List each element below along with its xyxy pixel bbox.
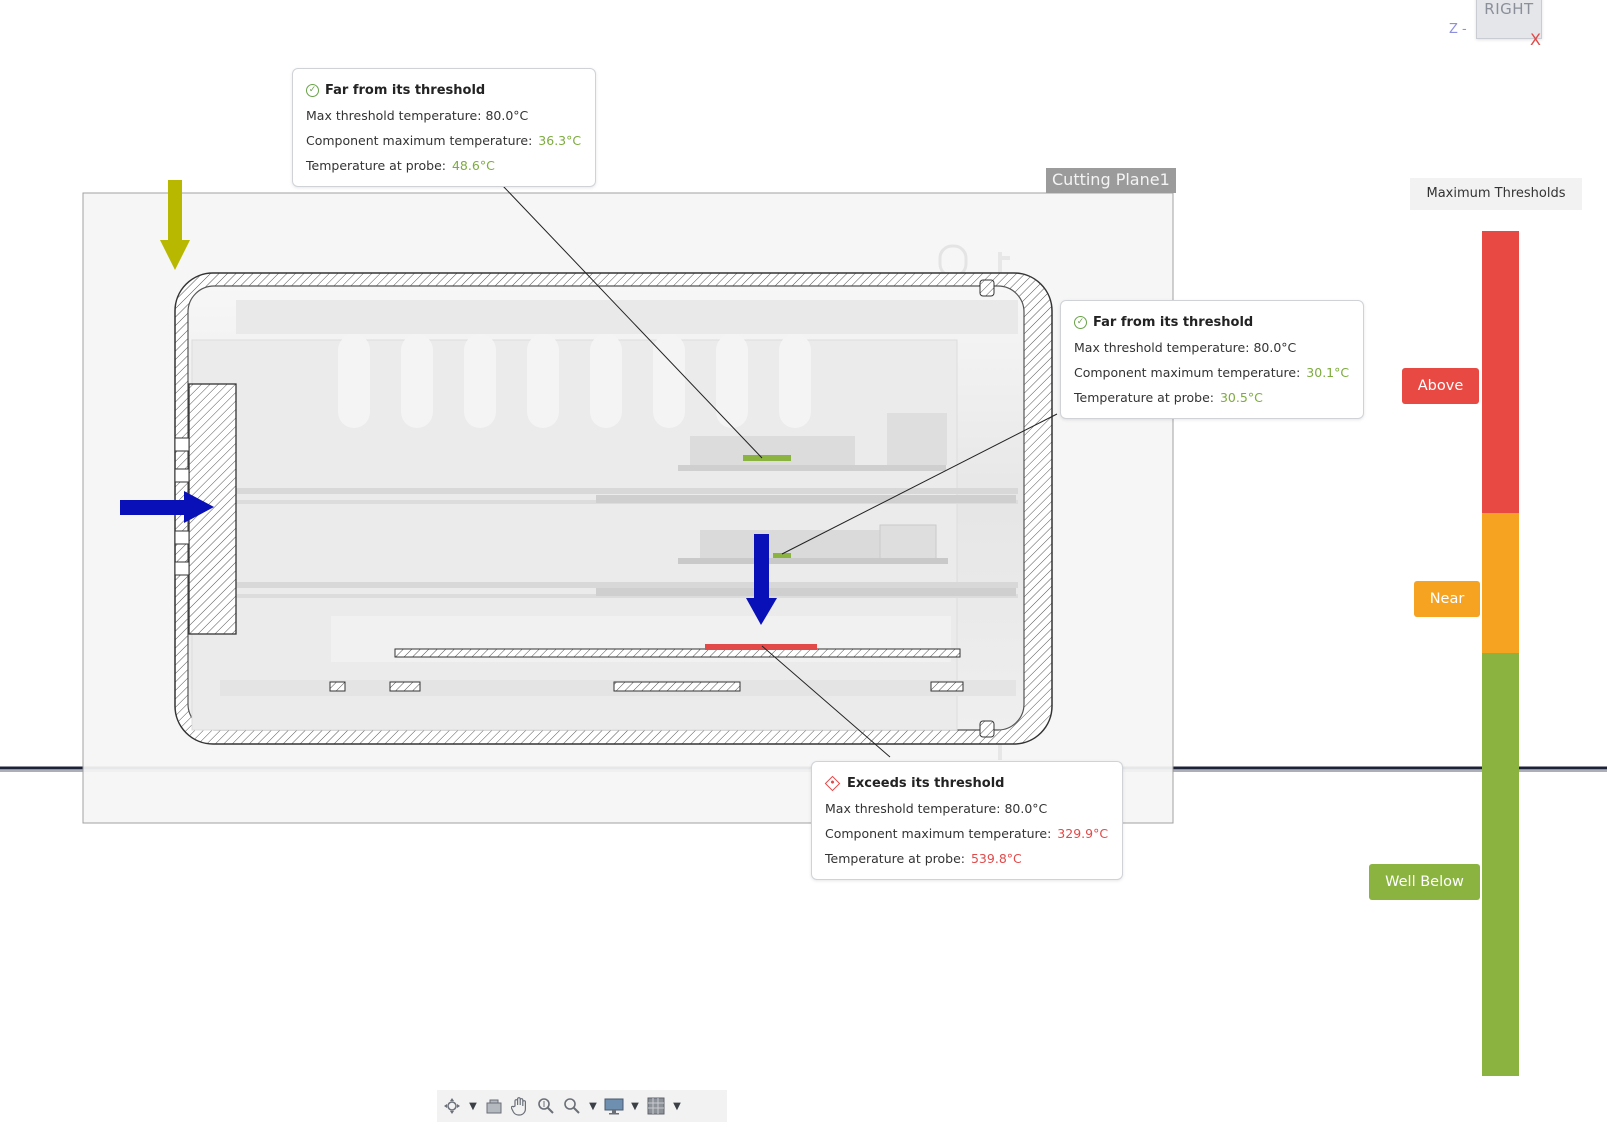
probe-callout-right[interactable]: ✓ Far from its threshold Max threshold t… xyxy=(1060,300,1365,419)
probe-temp-row: Temperature at probe: 30.5°C xyxy=(1074,390,1263,405)
dropdown-caret-icon[interactable]: ▼ xyxy=(587,1093,599,1119)
zoom-icon[interactable] xyxy=(535,1093,557,1119)
inner-components xyxy=(191,279,1018,738)
model-canvas[interactable] xyxy=(0,0,1607,1127)
legend-bar-above xyxy=(1482,231,1519,513)
max-threshold-row: Max threshold temperature: 80.0°C xyxy=(306,108,529,123)
callout-status: ✓ Far from its threshold xyxy=(306,78,581,103)
dropdown-caret-icon[interactable]: ▼ xyxy=(467,1093,479,1119)
dropdown-caret-icon[interactable]: ▼ xyxy=(629,1093,641,1119)
legend-bar-well-below xyxy=(1482,653,1519,1076)
display-settings-icon[interactable] xyxy=(603,1093,625,1119)
max-threshold-row: Max threshold temperature: 80.0°C xyxy=(825,801,1048,816)
probe-callout-bottom[interactable]: Exceeds its threshold Max threshold temp… xyxy=(811,761,1124,880)
callout-status: Exceeds its threshold xyxy=(824,771,1108,796)
legend-label-well-below: Well Below xyxy=(1369,864,1480,900)
component-max-row: Component maximum temperature: 36.3°C xyxy=(306,133,582,148)
legend-label-near: Near xyxy=(1414,581,1480,617)
legend-label-above: Above xyxy=(1402,368,1479,404)
probe-temp-row: Temperature at probe: 48.6°C xyxy=(306,158,495,173)
legend-bar-near xyxy=(1482,513,1519,653)
3d-viewport[interactable]: RIGHT Z - X Cutting Plane1 ✓ Far from it… xyxy=(0,0,1607,1127)
view-cube[interactable]: RIGHT Z - X xyxy=(1449,0,1544,49)
probe-callout-top[interactable]: ✓ Far from its threshold Max threshold t… xyxy=(292,68,597,187)
check-circle-icon: ✓ xyxy=(1074,316,1087,329)
pan-icon[interactable] xyxy=(509,1093,531,1119)
legend-title: Maximum Thresholds xyxy=(1410,178,1582,210)
warning-diamond-icon xyxy=(824,775,841,792)
grid-icon[interactable] xyxy=(645,1093,667,1119)
callout-status: ✓ Far from its threshold xyxy=(1074,310,1349,335)
cutting-plane-label[interactable]: Cutting Plane1 xyxy=(1046,168,1176,193)
orbit-icon[interactable] xyxy=(441,1093,463,1119)
axis-x-label: X xyxy=(1530,30,1541,49)
component-max-row: Component maximum temperature: 30.1°C xyxy=(1074,365,1350,380)
look-at-icon[interactable] xyxy=(483,1093,505,1119)
probe-temp-row: Temperature at probe: 539.8°C xyxy=(825,851,1022,866)
axis-z-label: Z - xyxy=(1449,22,1467,37)
navigation-toolbar: ▼ ▼ ▼ ▼ xyxy=(437,1090,727,1122)
component-max-row: Component maximum temperature: 329.9°C xyxy=(825,826,1109,841)
check-circle-icon: ✓ xyxy=(306,84,319,97)
dropdown-caret-icon[interactable]: ▼ xyxy=(671,1093,683,1119)
zoom-window-icon[interactable] xyxy=(561,1093,583,1119)
max-threshold-row: Max threshold temperature: 80.0°C xyxy=(1074,340,1297,355)
